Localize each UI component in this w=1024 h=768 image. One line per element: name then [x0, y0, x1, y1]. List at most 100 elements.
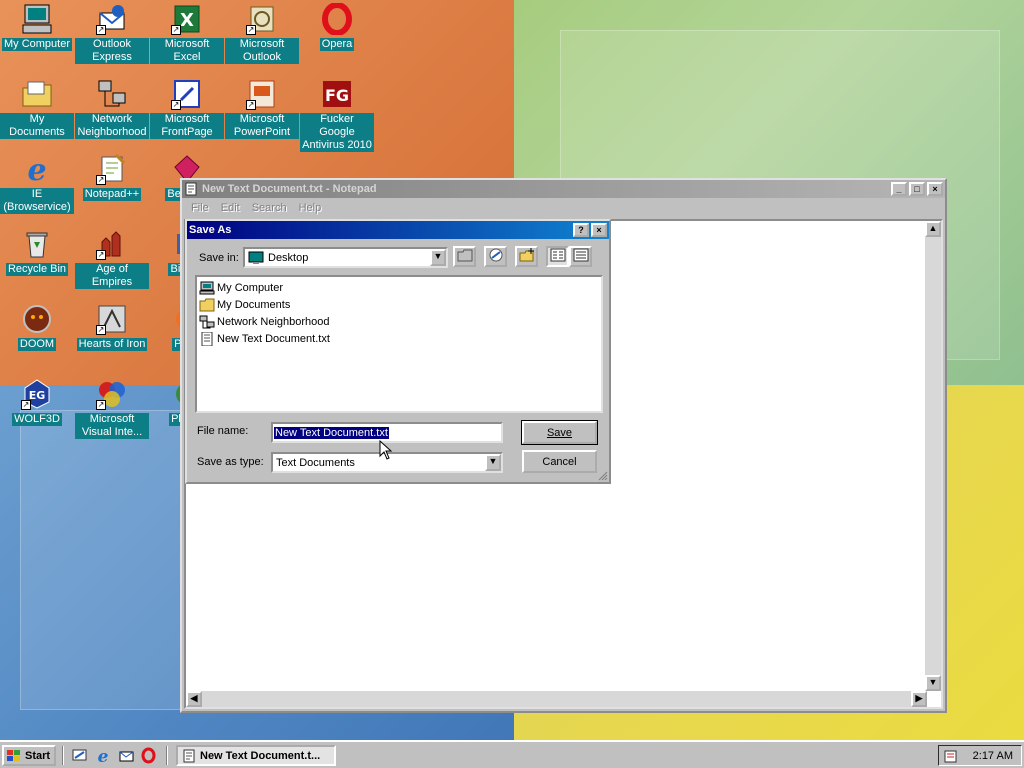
- desktop-icon-label: Age of Empires: [75, 263, 149, 289]
- start-button[interactable]: Start: [2, 745, 56, 766]
- save-in-dropdown[interactable]: Desktop ▼: [243, 247, 448, 268]
- wolf3d-icon: EG ↗: [21, 378, 53, 410]
- file-name: My Documents: [217, 298, 291, 311]
- desktop-icon-antivirus[interactable]: FG Fucker Google Antivirus 2010: [300, 78, 374, 152]
- ie-icon: e: [21, 153, 53, 188]
- svg-text:FG: FG: [325, 86, 349, 105]
- desktop-icon-age-of-empires[interactable]: ↗ Age of Empires: [75, 228, 149, 289]
- network-icon: [96, 78, 128, 110]
- file-name: My Computer: [217, 281, 284, 294]
- task-button-notepad[interactable]: New Text Document.t...: [176, 745, 336, 766]
- save-as-dialog[interactable]: Save As ? × Save in: Desktop ▼ My Comput…: [185, 219, 611, 484]
- desktop-icon-label: Notepad++: [82, 188, 142, 201]
- frontpage-icon: ↗: [171, 78, 203, 110]
- desktop-icon-visual-interdev[interactable]: ↗ Microsoft Visual Inte...: [75, 378, 149, 439]
- list-item[interactable]: My Documents: [197, 296, 601, 313]
- menu-help[interactable]: Help: [294, 202, 329, 214]
- clock[interactable]: 2:17 AM: [973, 750, 1013, 762]
- desktop-icon-label: Fucker Google Antivirus 2010: [300, 113, 374, 152]
- save-in-label: Save in:: [199, 252, 239, 264]
- minimize-button[interactable]: _: [891, 182, 907, 196]
- opera-icon[interactable]: [140, 747, 157, 764]
- desktop-icon-label: Microsoft PowerPoint: [225, 113, 299, 139]
- notepad-menubar: File Edit Search Help: [182, 198, 945, 217]
- desktop-icon-microsoft-frontpage[interactable]: ↗ Microsoft FrontPage: [150, 78, 224, 139]
- notepad-app-icon: [184, 182, 198, 196]
- vertical-scrollbar[interactable]: ▲ ▼: [925, 221, 941, 691]
- desktop-icon-microsoft-outlook[interactable]: ↗ Microsoft Outlook: [225, 3, 299, 64]
- desktop-icon-my-documents[interactable]: My Documents: [0, 78, 74, 139]
- file-list[interactable]: My Computer My Documents Network Neighbo…: [195, 275, 603, 413]
- system-tray: 2:17 AM: [938, 745, 1022, 766]
- desktop-icon-network-neighborhood[interactable]: Network Neighborhood: [75, 78, 149, 139]
- desktop-icon-microsoft-excel[interactable]: X ↗ Microsoft Excel: [150, 3, 224, 64]
- dropdown-button[interactable]: ▼: [430, 249, 446, 266]
- dialog-close-button[interactable]: ×: [591, 223, 607, 237]
- list-item[interactable]: Network Neighborhood: [197, 313, 601, 330]
- maximize-button[interactable]: □: [909, 182, 925, 196]
- menu-search[interactable]: Search: [247, 202, 294, 214]
- desktop-icon-label: Microsoft Excel: [150, 38, 224, 64]
- scroll-down-button[interactable]: ▼: [925, 675, 941, 691]
- minimize-icon: _: [896, 184, 902, 194]
- arrow-up-icon: ▲: [928, 223, 938, 233]
- desktop-icon-ie[interactable]: e IE (Browservice): [0, 153, 74, 214]
- show-desktop-icon[interactable]: [71, 747, 88, 764]
- desktop-icon-recycle-bin[interactable]: Recycle Bin: [0, 228, 74, 276]
- notepad-title: New Text Document.txt - Notepad: [202, 183, 377, 195]
- desktop-icon-label: Opera: [319, 38, 355, 51]
- scroll-up-button[interactable]: ▲: [925, 221, 941, 237]
- desktop-icon-label: My Computer: [1, 38, 73, 51]
- scheduler-icon[interactable]: [943, 748, 959, 764]
- desktop-icon-label: Microsoft Outlook: [225, 38, 299, 64]
- mouse-cursor-icon: [379, 439, 393, 460]
- arrow-down-icon: ▼: [928, 677, 938, 687]
- desktop-icon-label: IE (Browservice): [0, 188, 74, 214]
- desktop-icon-outlook-express[interactable]: ↗ Outlook Express: [75, 3, 149, 64]
- save-button[interactable]: Save: [521, 420, 598, 445]
- ie-icon[interactable]: e: [95, 747, 112, 767]
- up-one-level-button[interactable]: [453, 246, 476, 267]
- details-view-button[interactable]: [569, 246, 592, 267]
- desktop-icon-label: Outlook Express: [75, 38, 149, 64]
- outlook-express-icon[interactable]: [118, 747, 135, 764]
- list-item[interactable]: My Computer: [197, 279, 601, 296]
- taskbar-divider: [62, 746, 64, 765]
- notepad-titlebar[interactable]: New Text Document.txt - Notepad _ □ ×: [182, 180, 945, 198]
- desktop-icon-doom[interactable]: DOOM: [0, 303, 74, 351]
- file-name: New Text Document.txt: [217, 332, 330, 345]
- resize-grip-icon[interactable]: [598, 471, 608, 481]
- close-icon: ×: [596, 225, 602, 235]
- file-name-value: New Text Document.txt: [274, 426, 389, 439]
- taskbar: Start e New Text Document.t... 2:17 AM: [0, 740, 1024, 768]
- network-icon: [199, 315, 215, 329]
- desktop-icon-my-computer[interactable]: My Computer: [0, 3, 74, 51]
- scroll-right-button[interactable]: ▶: [911, 691, 927, 707]
- desktop-icon-hearts-of-iron[interactable]: ↗ Hearts of Iron: [75, 303, 149, 351]
- powerpoint-icon: ↗: [246, 78, 278, 110]
- close-button[interactable]: ×: [927, 182, 943, 196]
- desktop-icon-label: Recycle Bin: [5, 263, 69, 276]
- new-folder-button[interactable]: [515, 246, 538, 267]
- svg-text:e: e: [98, 747, 109, 764]
- help-button[interactable]: ?: [573, 223, 589, 237]
- desktop-icon-microsoft-powerpoint[interactable]: ↗ Microsoft PowerPoint: [225, 78, 299, 139]
- desktop-icon-notepadpp[interactable]: ↗ Notepad++: [75, 153, 149, 201]
- svg-text:X: X: [180, 10, 194, 31]
- recycle-bin-icon: [21, 228, 53, 260]
- desktop-icon-opera[interactable]: Opera: [300, 2, 374, 51]
- cancel-button[interactable]: Cancel: [522, 450, 597, 473]
- desktop-icon-wolf3d[interactable]: EG ↗ WOLF3D: [0, 378, 74, 426]
- horizontal-scrollbar[interactable]: ◀ ▶: [186, 691, 927, 707]
- menu-edit[interactable]: Edit: [216, 202, 247, 214]
- desktop-button[interactable]: [484, 246, 507, 267]
- outlook-express-icon: ↗: [96, 3, 128, 35]
- list-view-button[interactable]: [546, 246, 569, 267]
- scroll-left-button[interactable]: ◀: [186, 691, 202, 707]
- list-item[interactable]: New Text Document.txt: [197, 330, 601, 347]
- dropdown-button[interactable]: ▼: [485, 454, 501, 471]
- details-view-icon: [573, 248, 589, 265]
- menu-file[interactable]: File: [186, 202, 216, 214]
- save-button-label: Save: [546, 427, 573, 439]
- save-as-titlebar[interactable]: Save As ? ×: [187, 221, 609, 239]
